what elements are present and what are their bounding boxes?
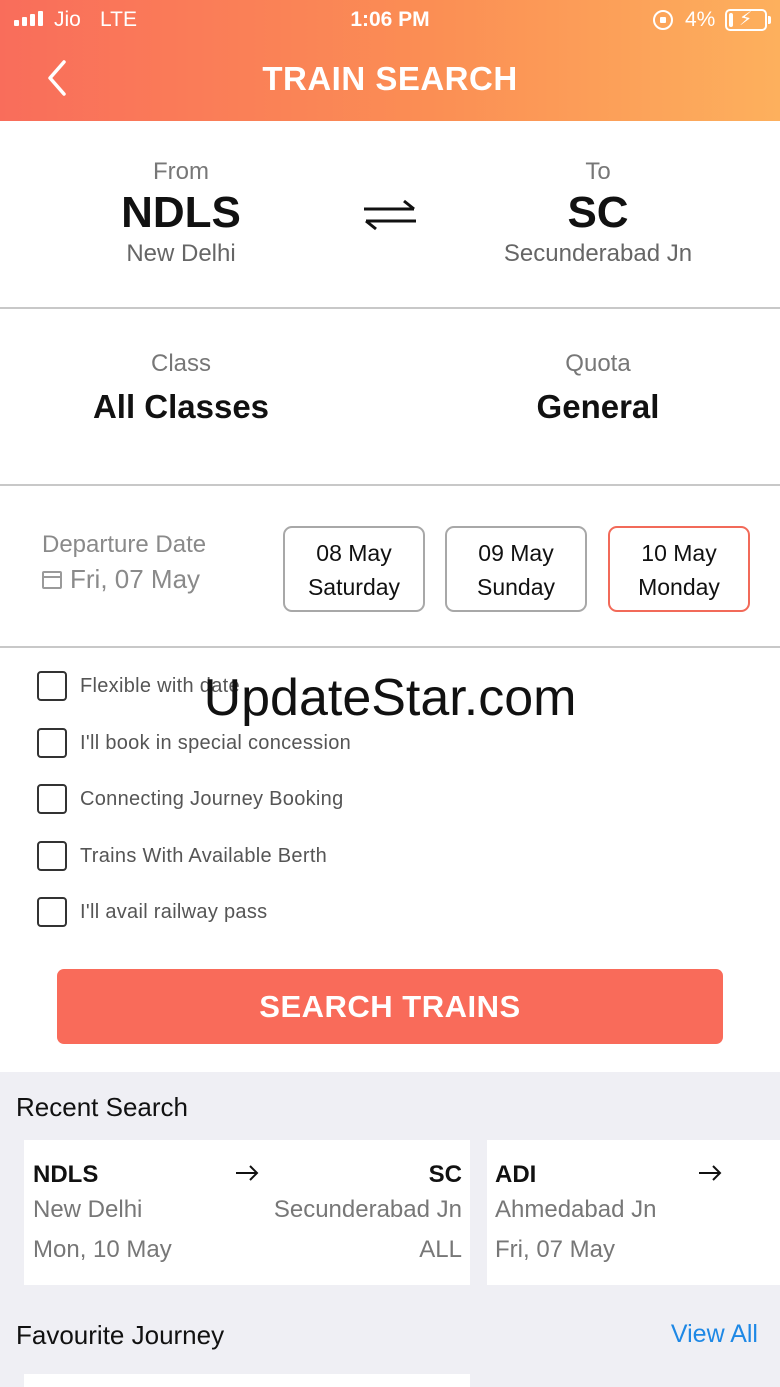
option-label: Trains With Available Berth [80,844,328,867]
arrow-right-icon [236,1165,259,1181]
calendar-icon [42,570,62,589]
to-station[interactable]: To SC Secunderabad Jn [478,158,718,268]
to-station-name: Secunderabad Jn [503,240,693,267]
divider [0,484,780,486]
date-chip-date: 09 May [478,540,554,566]
option-special-concession[interactable]: I'll book in special concession [37,727,351,759]
view-all-link[interactable]: View All [671,1320,758,1349]
from-station-name: New Delhi [126,240,236,267]
arrow-right-icon [699,1165,722,1181]
favourite-journey-card[interactable] [24,1374,470,1387]
departure-date-value: Fri, 07 May [70,564,201,594]
date-chip-day: Saturday [307,574,401,600]
departure-date-label: Departure Date [42,531,207,558]
recent-from-name: New Delhi [33,1196,143,1223]
charging-bolt-icon: ⚡ [739,9,753,30]
page-title: TRAIN SEARCH [262,60,518,97]
swap-stations-button[interactable] [362,198,418,232]
checkbox[interactable] [37,897,67,927]
class-label: Class [150,350,211,377]
favourite-journey-title: Favourite Journey [16,1320,225,1350]
from-station-code: NDLS [121,188,241,237]
class-selector[interactable]: Class All Classes [60,350,302,426]
to-station-code: SC [567,188,629,237]
departure-date-field[interactable]: Fri, 07 May [42,564,200,595]
swap-arrows-icon [364,199,416,231]
recent-search-card[interactable]: NDLS SC New Delhi Secunderabad Jn Mon, 1… [24,1140,470,1285]
class-value: All Classes [92,388,270,425]
app-header: Jio LTE 1:06 PM 4% ⚡ TRAIN SEARCH [0,0,780,121]
checkbox[interactable] [37,728,67,758]
search-trains-button[interactable]: SEARCH TRAINS [57,969,723,1044]
recent-date: Mon, 10 May [33,1236,172,1263]
option-connecting-journey[interactable]: Connecting Journey Booking [37,783,344,815]
recent-search-card[interactable]: ADI Ahmedabad Jn Fri, 07 May [487,1140,780,1285]
rotation-lock-icon [653,10,673,30]
date-chip-09-may[interactable]: 09 May Sunday [445,526,587,612]
status-bar: Jio LTE 1:06 PM 4% ⚡ [0,0,780,40]
date-chip-date: 08 May [316,540,392,566]
date-chip-10-may[interactable]: 10 May Monday [608,526,750,612]
recent-search-title: Recent Search [16,1092,188,1122]
date-chip-date: 10 May [641,540,717,566]
option-label: I'll avail railway pass [80,900,268,923]
checkbox[interactable] [37,841,67,871]
option-label: I'll book in special concession [80,731,352,754]
quota-label: Quota [565,350,631,377]
quota-value: General [536,388,660,425]
quota-selector[interactable]: Quota General [478,350,718,426]
recent-class: ALL [419,1236,462,1263]
recent-from-name: Ahmedabad Jn [495,1196,657,1223]
date-chip-day: Sunday [476,574,555,600]
option-railway-pass[interactable]: I'll avail railway pass [37,896,267,928]
recent-from-code: ADI [495,1161,537,1188]
recent-from-code: NDLS [33,1161,99,1188]
option-label: Connecting Journey Booking [80,787,344,810]
recent-to-name: Secunderabad Jn [273,1196,462,1223]
divider [0,307,780,309]
recent-date: Fri, 07 May [495,1236,616,1263]
option-available-berth[interactable]: Trains With Available Berth [37,840,327,872]
watermark: UpdateStar.com [203,669,577,727]
battery-icon: ⚡ [725,9,771,31]
from-station[interactable]: From NDLS New Delhi [80,158,282,268]
date-chip-08-may[interactable]: 08 May Saturday [283,526,425,612]
from-label: From [153,158,209,185]
recent-to-code: SC [428,1161,462,1188]
to-label: To [585,158,611,185]
battery-percent: 4% [685,8,716,31]
checkbox[interactable] [37,784,67,814]
date-chip-day: Monday [638,574,720,600]
divider [0,646,780,648]
